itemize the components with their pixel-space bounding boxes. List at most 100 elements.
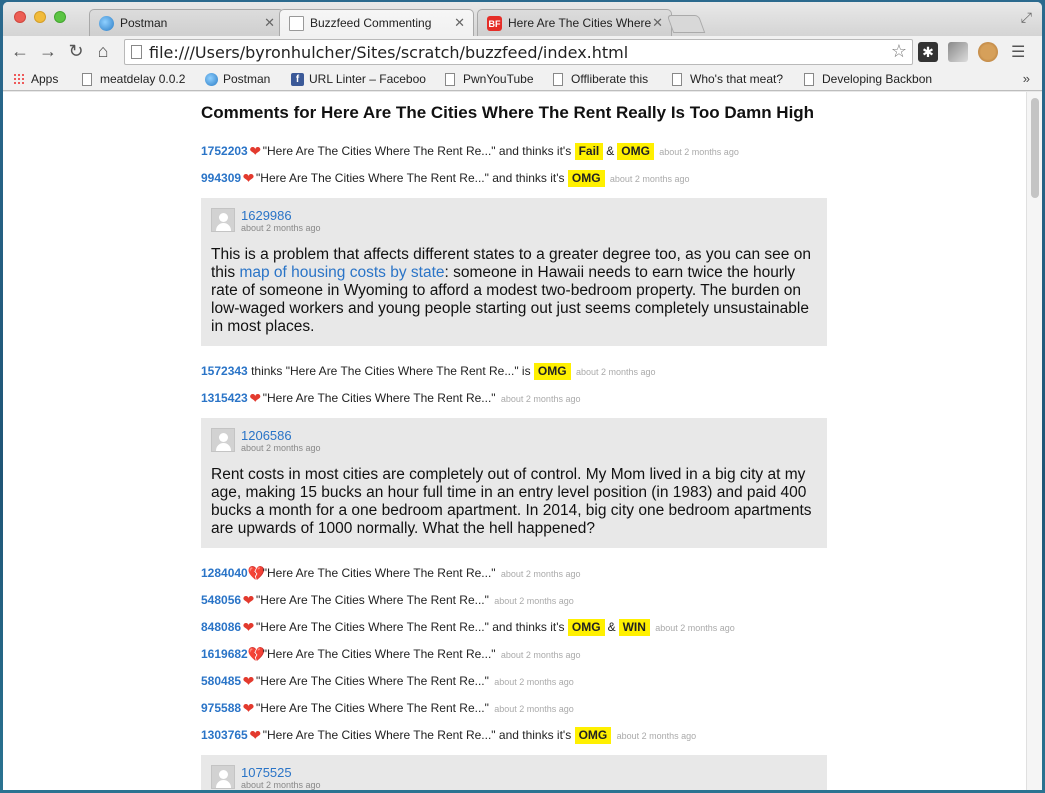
comment-link[interactable]: map of housing costs by state	[239, 264, 444, 281]
comment-body: Rent costs in most cities are completely…	[211, 466, 812, 537]
avatar	[211, 208, 235, 232]
heart-icon: ❤	[249, 727, 262, 743]
document-icon	[672, 73, 682, 86]
reaction-text: thinks "Here Are The Cities Where The Re…	[251, 364, 534, 378]
comment-timestamp: about 2 months ago	[241, 223, 321, 233]
timestamp: about 2 months ago	[500, 394, 581, 404]
bookmark-meatdelay[interactable]: meatdelay 0.0.2	[82, 72, 185, 86]
document-icon	[445, 73, 455, 86]
reaction-badge: OMG	[574, 727, 612, 744]
reaction-text: "Here Are The Cities Where The Rent Re..…	[262, 144, 575, 158]
globe-icon	[205, 73, 218, 86]
timestamp: about 2 months ago	[655, 623, 735, 633]
comment-card: 1075525 about 2 months ago	[201, 755, 827, 790]
facebook-icon: f	[291, 73, 304, 86]
tab-close-icon[interactable]: ✕	[264, 15, 275, 31]
heart-icon: ❤	[242, 592, 255, 608]
ampersand: &	[606, 144, 615, 158]
window-maximize-button[interactable]	[54, 11, 66, 23]
forward-arrow-icon[interactable]: →	[37, 41, 59, 62]
tab-buzzfeed-article[interactable]: BF Here Are The Cities Where ✕	[477, 9, 672, 36]
bookmark-star-icon[interactable]: ☆	[891, 41, 907, 62]
comments-content: Comments for Here Are The Cities Where T…	[201, 92, 827, 790]
more-bookmarks-icon[interactable]: »	[1023, 71, 1030, 86]
bookmark-apps[interactable]: Apps	[13, 72, 58, 86]
reaction-text: "Here Are The Cities Where The Rent Re..…	[256, 701, 493, 715]
home-icon[interactable]: ⌂	[92, 41, 114, 62]
address-bar[interactable]: file:///Users/byronhulcher/Sites/scratch…	[124, 39, 913, 65]
tab-postman[interactable]: Postman ✕	[89, 9, 284, 36]
reaction-text: "Here Are The Cities Where The Rent Re..…	[262, 728, 575, 742]
comment-timestamp: about 2 months ago	[241, 443, 321, 453]
user-link[interactable]: 994309	[201, 171, 241, 185]
heart-icon: ❤	[242, 170, 255, 186]
back-arrow-icon[interactable]: ←	[9, 41, 31, 62]
page-icon	[131, 45, 142, 59]
browser-window: Postman ✕ BF Here Are The Cities Where ✕…	[3, 2, 1042, 790]
tab-title: Postman	[120, 16, 168, 30]
comment-user-link[interactable]: 1629986	[241, 208, 817, 223]
ampersand: &	[607, 620, 616, 634]
tab-close-icon[interactable]: ✕	[454, 15, 465, 31]
user-link[interactable]: 848086	[201, 620, 241, 634]
extension-puzzle-icon[interactable]: ✱	[918, 42, 938, 62]
comment-user-link[interactable]: 1075525	[241, 765, 817, 780]
url-text: file:///Users/byronhulcher/Sites/scratch…	[149, 43, 629, 62]
reaction-badge: Fail	[574, 143, 604, 160]
tab-close-icon[interactable]: ✕	[652, 15, 663, 31]
menu-icon[interactable]: ☰	[1011, 42, 1025, 62]
tab-buzzfeed-commenting[interactable]: Buzzfeed Commenting ✕	[279, 9, 474, 36]
comment-user-link[interactable]: 1206586	[241, 428, 817, 443]
document-icon	[82, 73, 92, 86]
window-minimize-button[interactable]	[34, 11, 46, 23]
cookie-icon[interactable]	[978, 42, 998, 62]
reaction-badge: WIN	[618, 619, 650, 636]
reaction-badge: OMG	[617, 143, 654, 160]
timestamp: about 2 months ago	[494, 596, 574, 606]
broken-heart-icon: 💔	[247, 565, 266, 581]
page-viewport: Comments for Here Are The Cities Where T…	[3, 92, 1026, 790]
reaction-row: 548056 ❤ "Here Are The Cities Where The Re…	[201, 587, 827, 614]
extension-icon[interactable]	[948, 42, 968, 62]
scrollbar-thumb[interactable]	[1031, 98, 1039, 198]
buzzfeed-icon: BF	[487, 16, 502, 31]
reload-icon[interactable]: ↻	[65, 41, 87, 62]
vertical-scrollbar[interactable]	[1026, 92, 1042, 790]
avatar	[211, 428, 235, 452]
bookmark-pwnyoutube[interactable]: PwnYouTube	[445, 72, 534, 86]
reaction-row: 1572343 thinks "Here Are The Cities Wher…	[201, 358, 827, 385]
user-link[interactable]: 975588	[201, 701, 241, 715]
user-link[interactable]: 1303765	[201, 728, 248, 742]
user-link[interactable]: 1619682	[201, 647, 248, 661]
user-link[interactable]: 580485	[201, 674, 241, 688]
reaction-row: 580485 ❤ "Here Are The Cities Where The Re…	[201, 668, 827, 695]
user-link[interactable]: 1572343	[201, 364, 248, 378]
comment-timestamp: about 2 months ago	[241, 780, 321, 790]
reaction-row: 1284040💔"Here Are The Cities Where The R…	[201, 560, 827, 587]
window-close-button[interactable]	[14, 11, 26, 23]
reaction-text: "Here Are The Cities Where The Rent Re..…	[256, 620, 568, 634]
bookmark-developing-backbone[interactable]: Developing Backbon	[804, 72, 932, 86]
user-link[interactable]: 548056	[201, 593, 241, 607]
bookmark-whos-that-meat[interactable]: Who's that meat?	[672, 72, 783, 86]
user-link[interactable]: 1315423	[201, 391, 248, 405]
avatar	[211, 765, 235, 789]
globe-icon	[99, 16, 114, 31]
bookmark-postman[interactable]: Postman	[205, 72, 270, 86]
timestamp: about 2 months ago	[500, 650, 581, 660]
bookmark-url-linter[interactable]: f URL Linter – Faceboo	[291, 72, 426, 86]
timestamp: about 2 months ago	[494, 704, 574, 714]
broken-heart-icon: 💔	[247, 646, 266, 662]
heart-icon: ❤	[242, 673, 255, 689]
comment-card: 1206586 about 2 months ago Rent costs in m…	[201, 418, 827, 548]
user-link[interactable]: 1284040	[201, 566, 248, 580]
timestamp: about 2 months ago	[659, 147, 739, 157]
reaction-row: 1619682💔"Here Are The Cities Where The R…	[201, 641, 827, 668]
activity-feed: 1752203 ❤ "Here Are The Cities Where The R…	[201, 138, 827, 790]
document-icon	[553, 73, 563, 86]
article-title: Here Are The Cities Where The Rent Reall…	[320, 103, 815, 122]
new-tab-button[interactable]	[666, 15, 706, 33]
bookmark-offliberate[interactable]: Offliberate this	[553, 72, 648, 86]
user-link[interactable]: 1752203	[201, 144, 248, 158]
fullscreen-icon[interactable]: ⤢	[1021, 9, 1032, 26]
